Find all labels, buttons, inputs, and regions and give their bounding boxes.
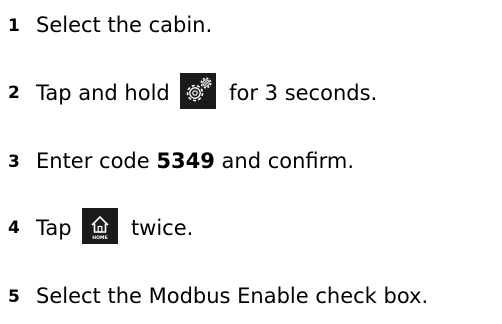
step-4: 4 Tap HOME twice. [0,208,502,248]
home-icon: HOME [82,208,119,244]
access-code: 5349 [156,149,215,173]
step-3: 3 Enter code 5349 and confirm. [0,142,502,182]
home-icon-label: HOME [93,235,108,241]
step-5: 5 Select the Modbus Enable check box. [0,277,502,317]
step-text-before: Enter code [36,149,150,173]
step-text-after: twice. [130,216,194,240]
step-2: 2 Tap and hold for 3 seconds. [0,73,502,113]
step-text-after: for 3 seconds. [229,81,378,105]
step-text: Tap and hold for 3 seconds. [36,73,378,109]
step-text: Select the Modbus Enable check box. [36,284,429,308]
step-number: 5 [8,287,20,307]
step-text: Enter code 5349 and confirm. [36,148,354,174]
step-1: 1 Select the cabin. [0,6,502,46]
instruction-steps: 1 Select the cabin. 2 Tap and hold for 3… [0,0,502,324]
step-number: 4 [8,218,20,238]
step-text-before: Tap and hold [36,81,170,105]
step-text: Select the cabin. [36,13,213,37]
step-text: Tap HOME twice. [36,208,194,244]
step-text-after: and confirm. [221,149,355,173]
step-number: 3 [8,152,20,172]
settings-gears-icon [180,73,217,109]
step-number: 1 [8,16,20,36]
step-text-before: Tap [36,216,72,240]
step-number: 2 [8,83,20,103]
